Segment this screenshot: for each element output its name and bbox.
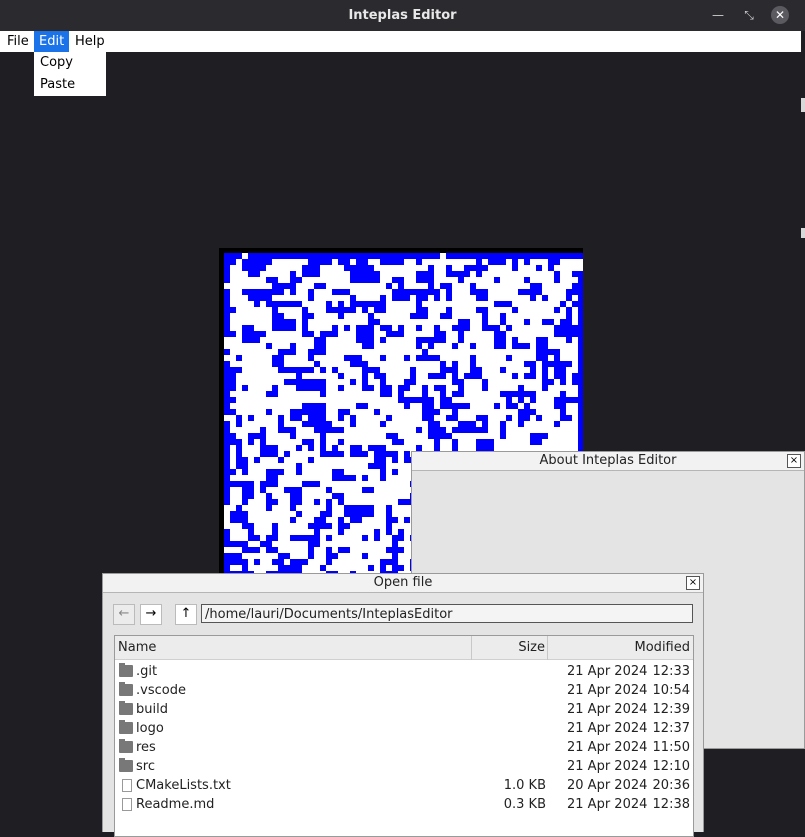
file-name: .git [136,664,158,679]
path-input[interactable]: /home/lauri/Documents/InteplasEditor [201,604,693,623]
file-icon [122,779,132,792]
forward-arrow-icon[interactable]: → [140,604,162,625]
minimize-icon[interactable]: — [709,6,727,24]
folder-icon [119,701,133,715]
file-time: 10:54 [652,683,690,698]
folder-icon [119,758,133,772]
file-time: 12:33 [652,664,690,679]
edit-menu-dropdown: Copy Paste [34,52,106,96]
file-date: 20 Apr 2024 [567,778,648,793]
file-name: .vscode [136,683,186,698]
list-item[interactable]: Readme.md 0.3 KB 21 Apr 2024 12:38 [115,795,693,814]
folder-icon [119,739,133,753]
file-icon [122,798,132,811]
file-date: 21 Apr 2024 [567,740,648,755]
file-date: 21 Apr 2024 [567,759,648,774]
list-item[interactable]: .vscode 21 Apr 2024 10:54 [115,681,693,700]
file-name: res [136,740,156,755]
folder-icon [119,720,133,734]
about-close-button[interactable]: × [787,454,801,468]
open-file-dialog: Open file × ← → ↑ /home/lauri/Documents/… [102,573,704,837]
list-item[interactable]: CMakeLists.txt 1.0 KB 20 Apr 2024 20:36 [115,776,693,795]
about-dialog-title: About Inteplas Editor [539,453,677,468]
file-time: 11:50 [652,740,690,755]
file-date: 21 Apr 2024 [567,797,648,812]
back-arrow-icon[interactable]: ← [113,604,135,625]
folder-icon [119,663,133,677]
file-time: 12:38 [652,797,690,812]
folder-icon [119,682,133,696]
open-file-close-button[interactable]: × [686,576,700,590]
file-name: CMakeLists.txt [136,778,231,793]
file-name: Readme.md [136,797,215,812]
file-time: 20:36 [652,778,690,793]
window-title: Inteplas Editor [348,8,457,23]
file-time: 12:10 [652,759,690,774]
file-name: build [136,702,168,717]
list-item[interactable]: res 21 Apr 2024 11:50 [115,738,693,757]
list-item[interactable]: .git 21 Apr 2024 12:33 [115,662,693,681]
background-window-edge [801,228,805,238]
column-divider[interactable] [547,636,548,660]
about-dialog-titlebar: About Inteplas Editor × [412,452,804,471]
column-divider[interactable] [471,636,472,660]
menu-file[interactable]: File [2,31,34,52]
list-item[interactable]: logo 21 Apr 2024 12:37 [115,719,693,738]
menu-item-copy[interactable]: Copy [34,52,106,74]
file-name: logo [136,721,164,736]
open-file-title: Open file [373,575,433,590]
file-date: 21 Apr 2024 [567,721,648,736]
menu-edit[interactable]: Edit [34,31,70,52]
menubar: File Edit Help [0,31,801,52]
file-time: 12:37 [652,721,690,736]
list-item[interactable]: src 21 Apr 2024 12:10 [115,757,693,776]
open-file-titlebar: Open file × [103,574,703,593]
file-list-header: Name Size Modified [115,636,693,660]
window-titlebar: Inteplas Editor — ⤡ ✕ [0,0,805,31]
file-date: 21 Apr 2024 [567,683,648,698]
restore-icon[interactable]: ⤡ [740,6,758,24]
list-item[interactable]: build 21 Apr 2024 12:39 [115,700,693,719]
up-arrow-icon[interactable]: ↑ [175,604,197,625]
file-name: src [136,759,155,774]
file-list: Name Size Modified .git 21 Apr 2024 12:3… [114,635,694,837]
file-date: 21 Apr 2024 [567,664,648,679]
file-date: 21 Apr 2024 [567,702,648,717]
column-name[interactable]: Name [118,640,156,655]
column-size[interactable]: Size [518,640,545,655]
file-size: 1.0 KB [503,778,546,793]
menu-help[interactable]: Help [70,31,110,52]
background-window-edge [801,98,805,112]
menu-item-paste[interactable]: Paste [34,74,106,96]
column-modified[interactable]: Modified [635,640,690,655]
close-window-icon[interactable]: ✕ [771,6,789,24]
file-size: 0.3 KB [503,797,546,812]
file-time: 12:39 [652,702,690,717]
